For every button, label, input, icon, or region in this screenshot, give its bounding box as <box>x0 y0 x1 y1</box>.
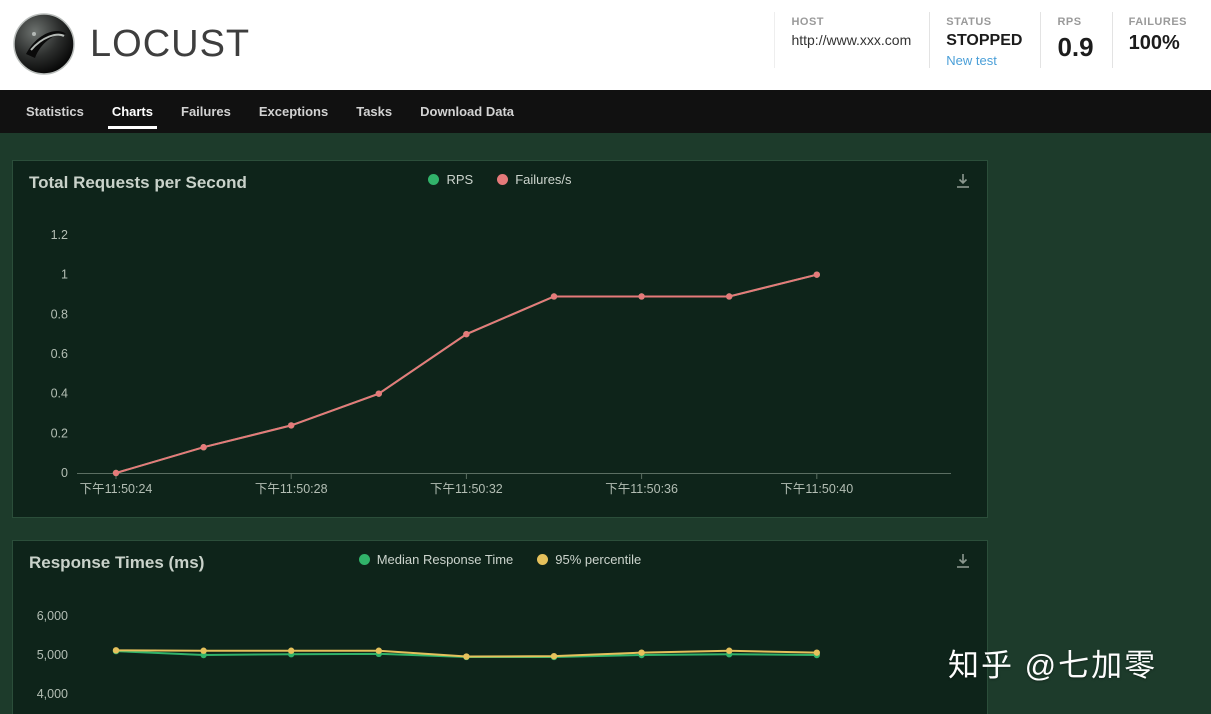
svg-text:0.2: 0.2 <box>51 426 68 440</box>
tab-exceptions[interactable]: Exceptions <box>245 90 342 133</box>
header-stats: HOST http://www.xxx.com STATUS STOPPED N… <box>774 12 1205 68</box>
locust-logo[interactable]: LOCUST <box>12 12 250 76</box>
rps-value: 0.9 <box>1057 32 1094 62</box>
legend-item-rps[interactable]: RPS <box>428 172 473 187</box>
svg-text:4,000: 4,000 <box>37 687 68 701</box>
legend-dot-icon <box>358 554 370 565</box>
status-value: STOPPED <box>946 32 1023 49</box>
status-label: STATUS <box>946 16 992 28</box>
failures-box: FAILURES 100% <box>1111 12 1205 68</box>
response-times-chart-legend: Median Response Time 95% percentile <box>13 552 987 567</box>
svg-text:5,000: 5,000 <box>37 648 68 662</box>
download-icon[interactable] <box>953 171 973 191</box>
download-icon[interactable] <box>953 551 973 571</box>
new-test-link[interactable]: New test <box>946 53 1022 68</box>
logo-text: LOCUST <box>90 22 251 65</box>
rps-chart: 下午11:50:24 下午11:50:28 下午11:50:32 下午11:50:36… <box>13 161 989 519</box>
header: LOCUST HOST http://www.xxx.com STATUS ST… <box>0 0 1211 90</box>
svg-text:下午11:50:28: 下午11:50:28 <box>255 482 328 496</box>
rps-box: RPS 0.9 <box>1040 12 1111 68</box>
charts-page: Total Requests per Second RPS Failures/s… <box>0 133 1211 714</box>
svg-text:下午11:50:24: 下午11:50:24 <box>80 482 153 496</box>
svg-text:0.6: 0.6 <box>51 347 68 361</box>
legend-item-percentile[interactable]: 95% percentile <box>537 552 641 567</box>
legend-dot-icon <box>537 554 549 565</box>
svg-text:6,000: 6,000 <box>37 609 68 623</box>
tab-failures[interactable]: Failures <box>167 90 245 133</box>
host-value: http://www.xxx.com <box>791 32 912 48</box>
svg-text:1: 1 <box>61 268 68 282</box>
tab-tasks[interactable]: Tasks <box>342 90 406 133</box>
watermark: 知乎 @七加零 <box>948 648 1158 683</box>
svg-text:下午11:50:36: 下午11:50:36 <box>605 482 678 496</box>
response-times-chart-panel: Response Times (ms) Median Response Time… <box>12 540 988 714</box>
legend-item-median[interactable]: Median Response Time <box>358 552 514 567</box>
svg-text:下午11:50:40: 下午11:50:40 <box>780 482 853 496</box>
tab-charts[interactable]: Charts <box>98 90 167 133</box>
host-box: HOST http://www.xxx.com <box>774 12 929 68</box>
legend-item-failures[interactable]: Failures/s <box>497 172 572 187</box>
legend-label: Median Response Time <box>376 552 514 567</box>
svg-text:1.2: 1.2 <box>51 228 68 242</box>
host-label: HOST <box>791 16 825 28</box>
rps-chart-panel: Total Requests per Second RPS Failures/s… <box>12 160 988 518</box>
tab-download-data[interactable]: Download Data <box>406 90 528 133</box>
rps-label: RPS <box>1057 16 1082 28</box>
locust-logo-icon <box>13 13 75 75</box>
chart-svg: 下午11:50:24 下午11:50:28 下午11:50:32 下午11:50:36… <box>51 228 951 496</box>
nav-bar: Statistics Charts Failures Exceptions Ta… <box>0 90 1211 133</box>
failures-value: 100% <box>1128 32 1180 54</box>
tab-statistics[interactable]: Statistics <box>12 90 98 133</box>
svg-text:0: 0 <box>61 466 68 480</box>
svg-text:下午11:50:32: 下午11:50:32 <box>430 482 503 496</box>
legend-label: Failures/s <box>515 172 572 187</box>
status-box: STATUS STOPPED New test <box>929 12 1040 68</box>
svg-text:0.8: 0.8 <box>51 307 68 321</box>
failures-label: FAILURES <box>1128 16 1187 28</box>
svg-text:0.4: 0.4 <box>51 387 68 401</box>
rps-chart-legend: RPS Failures/s <box>13 172 987 187</box>
legend-dot-icon <box>497 174 509 185</box>
legend-label: 95% percentile <box>555 552 642 567</box>
legend-label: RPS <box>446 172 474 187</box>
legend-dot-icon <box>428 174 440 185</box>
